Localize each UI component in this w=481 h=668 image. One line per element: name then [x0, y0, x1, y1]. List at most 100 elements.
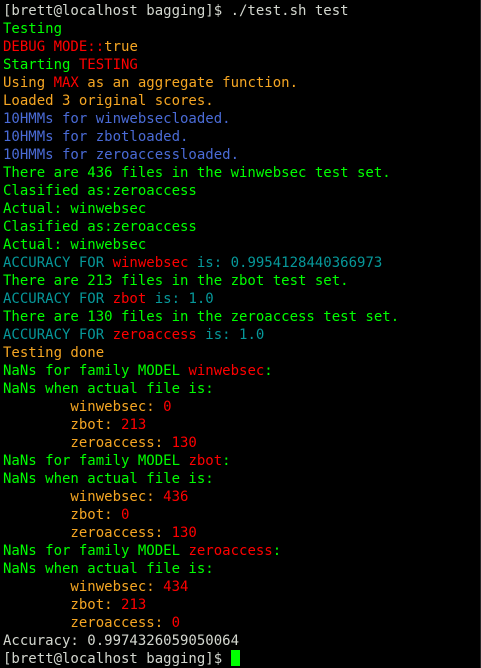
terminal-line: NaNs for family MODEL zeroaccess: [3, 542, 481, 560]
terminal-line: winwebsec: 436 [3, 488, 481, 506]
terminal-line: zbot: 213 [3, 596, 481, 614]
terminal-text-segment: NaNs when actual file is: [3, 471, 214, 487]
terminal-text-segment: zeroaccess [188, 543, 273, 559]
terminal-text-segment: Accuracy: 0.9974326059050064 [3, 633, 240, 649]
terminal-text-segment: : [264, 363, 273, 379]
terminal-line: Actual: winwebsec [3, 236, 481, 254]
terminal-text-segment: There are 436 files in the winwebsec tes… [3, 165, 391, 181]
terminal-text-segment: winwebsec: [3, 579, 164, 595]
terminal-text-segment: NaNs when actual file is: [3, 381, 214, 397]
block-cursor-icon [230, 650, 240, 666]
terminal-text-segment: as an aggregate function. [78, 75, 299, 91]
terminal-prompt-line: [brett@localhost bagging]$ [3, 650, 481, 668]
terminal-text-segment: 0 [163, 399, 172, 415]
terminal-line: zbot: 213 [3, 416, 481, 434]
terminal-prompt-line: [brett@localhost bagging]$ ./test.sh tes… [3, 2, 481, 20]
terminal-text-segment: winwebsec: [3, 399, 164, 415]
terminal-line: ACCURACY FOR winwebsec is: 0.99541284403… [3, 254, 481, 272]
terminal-text-segment: zbot: [3, 597, 122, 613]
terminal-line: Accuracy: 0.9974326059050064 [3, 632, 481, 650]
terminal-text-segment: : [222, 453, 231, 469]
terminal-line: DEBUG MODE::true [3, 38, 481, 56]
terminal-output[interactable]: [brett@localhost bagging]$ ./test.sh tes… [0, 0, 481, 668]
terminal-line: There are 436 files in the winwebsec tes… [3, 164, 481, 182]
terminal-text-segment: MAX [53, 75, 79, 91]
terminal-line: 10HMMs for zbotloaded. [3, 128, 481, 146]
terminal-text-segment: is: 0.9954128440366973 [188, 255, 383, 271]
terminal-line: Clasified as:zeroaccess [3, 218, 481, 236]
terminal-text-segment: winwebsec [188, 363, 265, 379]
terminal-text-segment: 0 [121, 507, 130, 523]
terminal-line: Testing done [3, 344, 481, 362]
terminal-text-segment: Starting [3, 57, 79, 73]
terminal-line: winwebsec: 434 [3, 578, 481, 596]
terminal-line: ACCURACY FOR zeroaccess is: 1.0 [3, 326, 481, 344]
terminal-text-segment: Testing done [3, 345, 105, 361]
terminal-text-segment: Loaded 3 original scores. [3, 93, 214, 109]
terminal-text-segment: 0 [171, 615, 181, 631]
terminal-text-segment: Testing [3, 21, 63, 37]
terminal-text-segment: 130 [171, 435, 197, 451]
terminal-text-segment: 436 [163, 489, 189, 505]
terminal-line: zbot: 0 [3, 506, 481, 524]
terminal-text-segment: [brett@localhost bagging]$ [3, 651, 231, 667]
terminal-line: NaNs for family MODEL zbot: [3, 452, 481, 470]
terminal-text-segment: : [272, 543, 282, 559]
terminal-text-segment: 213 [121, 597, 147, 613]
terminal-text-segment: true [104, 39, 138, 55]
terminal-text-segment: NaNs for family MODEL [3, 453, 189, 469]
terminal-text-segment: zbot: [3, 507, 122, 523]
terminal-text-segment: Using [3, 75, 54, 91]
terminal-text-segment: 130 [171, 525, 197, 541]
terminal-line: Testing [3, 20, 481, 38]
terminal-text-segment: NaNs when actual file is: [3, 561, 214, 577]
terminal-text-segment: [brett@localhost bagging]$ ./test.sh tes… [3, 3, 349, 19]
terminal-text-segment: zeroaccess: [3, 435, 172, 451]
terminal-text-segment: ACCURACY FOR [3, 291, 113, 307]
terminal-line: Clasified as:zeroaccess [3, 182, 481, 200]
terminal-line: zeroaccess: 0 [3, 614, 481, 632]
terminal-text-segment: Clasified as:zeroaccess [3, 183, 197, 199]
terminal-line: ACCURACY FOR zbot is: 1.0 [3, 290, 481, 308]
terminal-text-segment: Clasified as:zeroaccess [3, 219, 197, 235]
terminal-text-segment: zbot: [3, 417, 122, 433]
terminal-line: NaNs for family MODEL winwebsec: [3, 362, 481, 380]
terminal-text-segment: zeroaccess: [3, 615, 172, 631]
terminal-text-segment: ACCURACY FOR [3, 327, 113, 343]
terminal-text-segment: winwebsec: [3, 489, 164, 505]
terminal-line: Loaded 3 original scores. [3, 92, 481, 110]
terminal-line: There are 213 files in the zbot test set… [3, 272, 481, 290]
terminal-text-segment: zbot [188, 453, 223, 469]
terminal-text-segment: 10HMMs for zeroaccessloaded. [3, 147, 240, 163]
terminal-line: NaNs when actual file is: [3, 560, 481, 578]
terminal-text-segment: NaNs for family MODEL [3, 363, 189, 379]
terminal-text-segment: is: 1.0 [196, 327, 265, 343]
terminal-text-segment: 434 [163, 579, 189, 595]
terminal-line: NaNs when actual file is: [3, 470, 481, 488]
terminal-text-segment: zeroaccess: [3, 525, 172, 541]
terminal-text-segment: zeroaccess [112, 327, 197, 343]
terminal-text-segment: is: 1.0 [146, 291, 214, 307]
terminal-line: zeroaccess: 130 [3, 434, 481, 452]
terminal-line: Using MAX as an aggregate function. [3, 74, 481, 92]
terminal-text-segment: There are 213 files in the zbot test set… [3, 273, 349, 289]
terminal-text-segment: NaNs for family MODEL [3, 543, 189, 559]
terminal-line: 10HMMs for winwebsecloaded. [3, 110, 481, 128]
terminal-line: NaNs when actual file is: [3, 380, 481, 398]
terminal-text-segment: There are 130 files in the zeroaccess te… [3, 309, 400, 325]
terminal-text-segment: zbot [112, 291, 147, 307]
terminal-text-segment: 10HMMs for winwebsecloaded. [3, 111, 231, 127]
terminal-text-segment: Actual: winwebsec [3, 201, 147, 217]
terminal-text-segment: winwebsec [112, 255, 189, 271]
terminal-text-segment: 10HMMs for zbotloaded. [3, 129, 189, 145]
terminal-line: 10HMMs for zeroaccessloaded. [3, 146, 481, 164]
terminal-line: Actual: winwebsec [3, 200, 481, 218]
terminal-text-segment: Actual: winwebsec [3, 237, 147, 253]
terminal-line: winwebsec: 0 [3, 398, 481, 416]
terminal-text-segment: TESTING [78, 57, 138, 73]
terminal-line: There are 130 files in the zeroaccess te… [3, 308, 481, 326]
terminal-text-segment: DEBUG MODE:: [3, 39, 105, 55]
terminal-text-segment: 213 [121, 417, 147, 433]
terminal-line: Starting TESTING [3, 56, 481, 74]
terminal-line: zeroaccess: 130 [3, 524, 481, 542]
